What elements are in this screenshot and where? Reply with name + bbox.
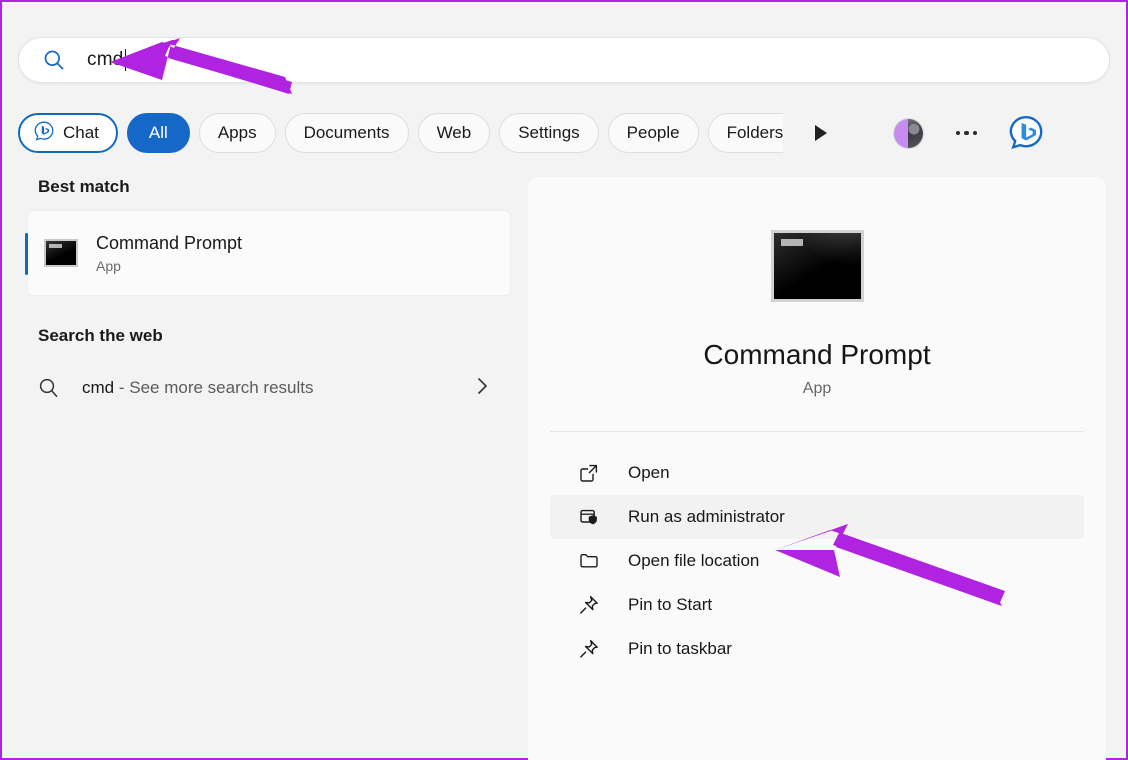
pin-icon xyxy=(578,638,600,660)
action-pin-to-taskbar-label: Pin to taskbar xyxy=(628,639,732,658)
shield-window-icon xyxy=(578,506,600,528)
app-actions-list: Open Run as administrator Open file loca… xyxy=(528,451,1106,671)
tab-people-label: People xyxy=(626,123,680,142)
web-search-query: cmd xyxy=(82,378,115,397)
command-prompt-icon xyxy=(770,230,864,302)
tab-folders-label: Folders xyxy=(726,123,783,142)
tab-people[interactable]: People xyxy=(607,113,699,153)
best-match-heading: Best match xyxy=(38,177,130,196)
web-search-label: cmd - See more search results xyxy=(82,378,476,398)
bing-icon[interactable] xyxy=(1007,114,1045,152)
search-query-text: cmd xyxy=(87,49,124,70)
search-input[interactable]: cmd xyxy=(87,49,126,71)
text-caret xyxy=(124,49,126,71)
tab-folders-clipped: Folders xyxy=(707,113,783,153)
tab-apps[interactable]: Apps xyxy=(198,113,276,153)
bing-chat-icon xyxy=(33,120,55,147)
tab-settings-label: Settings xyxy=(518,123,580,142)
divider xyxy=(550,431,1084,432)
open-external-icon xyxy=(578,462,600,484)
search-box[interactable]: cmd xyxy=(18,37,1110,83)
preview-app-subtitle: App xyxy=(802,380,832,397)
search-web-heading: Search the web xyxy=(38,326,163,345)
best-match-title: Command Prompt xyxy=(96,233,243,254)
best-match-subtitle: App xyxy=(96,257,121,274)
tab-folders[interactable]: Folders xyxy=(707,113,783,153)
folder-icon xyxy=(578,550,600,572)
tab-web[interactable]: Web xyxy=(417,113,491,153)
search-icon xyxy=(38,377,60,399)
best-match-text: Command Prompt App xyxy=(96,232,242,274)
avatar-left xyxy=(893,118,909,148)
app-preview-panel: Command Prompt App Open Run as administr… xyxy=(528,177,1106,760)
ellipsis-dot xyxy=(964,130,969,136)
ellipsis-icon[interactable] xyxy=(955,130,978,136)
web-search-item[interactable]: cmd - See more search results xyxy=(38,364,498,412)
action-open-label: Open xyxy=(628,463,670,482)
pin-icon xyxy=(578,594,600,616)
avatar-right xyxy=(908,118,923,148)
selection-accent-bar xyxy=(25,233,28,275)
tab-web-label: Web xyxy=(436,123,472,142)
web-search-suffix: - See more search results xyxy=(114,378,314,397)
tab-settings[interactable]: Settings xyxy=(499,113,599,153)
filter-tabs-row: Chat All Apps Documents Web Settings Peo… xyxy=(18,108,1114,158)
tab-all[interactable]: All xyxy=(126,113,190,153)
ellipsis-dot xyxy=(972,130,978,136)
action-open[interactable]: Open xyxy=(550,451,1084,495)
action-run-as-administrator[interactable]: Run as administrator xyxy=(550,495,1084,539)
action-open-file-location-label: Open file location xyxy=(628,551,760,570)
ellipsis-dot xyxy=(955,130,961,136)
action-open-file-location[interactable]: Open file location xyxy=(550,539,1084,583)
action-pin-to-start-label: Pin to Start xyxy=(628,595,713,614)
tab-apps-label: Apps xyxy=(217,123,257,142)
action-pin-to-taskbar[interactable]: Pin to taskbar xyxy=(550,627,1084,671)
action-run-as-administrator-label: Run as administrator xyxy=(628,507,785,526)
chevron-right-icon xyxy=(476,376,490,401)
tab-documents-label: Documents xyxy=(303,123,390,142)
preview-app-title: Command Prompt xyxy=(703,339,931,370)
user-avatar[interactable] xyxy=(892,117,924,149)
tab-chat-label: Chat xyxy=(63,123,99,142)
tab-documents[interactable]: Documents xyxy=(284,113,409,153)
action-pin-to-start[interactable]: Pin to Start xyxy=(550,583,1084,627)
tab-chat[interactable]: Chat xyxy=(18,113,118,153)
tab-all-label: All xyxy=(148,123,168,142)
best-match-card[interactable]: Command Prompt App xyxy=(25,210,511,296)
search-icon xyxy=(43,49,65,71)
play-arrow-icon[interactable] xyxy=(812,123,830,143)
results-column: Best match Command Prompt App Search the… xyxy=(2,177,528,412)
command-prompt-icon xyxy=(44,239,78,267)
